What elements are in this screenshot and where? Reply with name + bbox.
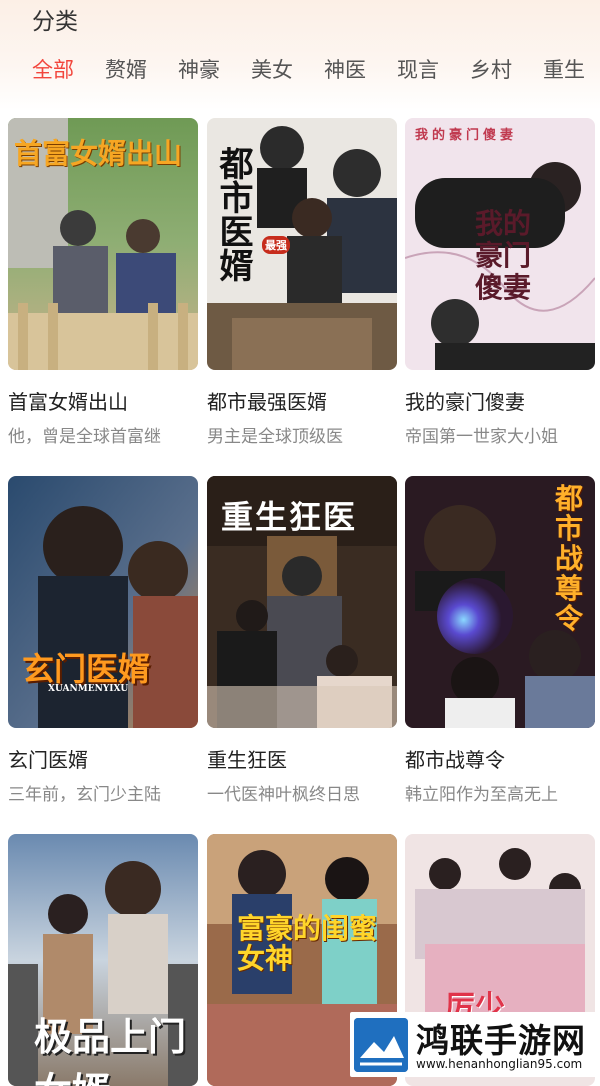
drama-desc: 男主是全球顶级医 [207, 427, 343, 447]
poster-badge: 最强 [262, 236, 290, 254]
drama-poster[interactable]: 首富女婿出山 [8, 118, 198, 370]
poster-title: 重生狂医 [221, 498, 358, 536]
drama-poster[interactable]: 重生狂医 [207, 476, 397, 728]
poster-header: 我的豪门傻妻 [415, 128, 518, 143]
poster-title: 首富女婿出山 [14, 137, 183, 170]
drama-grid: 首富女婿出山 首富女婿出山 他，曾是全球首富继 都市医婿 最强 都市最强医婿 男… [0, 0, 600, 1086]
poster-subtitle: XUANMENYIXU [48, 684, 129, 694]
drama-title: 我的豪门傻妻 [405, 390, 525, 414]
drama-desc: 一代医神叶枫终日思 [207, 785, 360, 805]
drama-title: 都市战尊令 [405, 748, 505, 772]
drama-poster[interactable]: 极品上门女婿 [8, 834, 198, 1086]
site-name: 鸿联手游网 [416, 1021, 586, 1060]
poster-title: 我的豪门傻妻 [475, 207, 532, 304]
drama-poster[interactable]: 都市医婿 最强 [207, 118, 397, 370]
site-watermark: 鸿联手游网 www.henanhonglian95.com [350, 1012, 600, 1077]
drama-title: 都市最强医婿 [207, 390, 327, 414]
drama-title: 首富女婿出山 [8, 390, 128, 414]
poster-title: 富豪的闺蜜女神 [237, 912, 378, 975]
drama-desc: 他，曾是全球首富继 [8, 427, 161, 447]
site-url: www.henanhonglian95.com [416, 1057, 583, 1071]
site-logo-icon [354, 1018, 408, 1072]
drama-poster[interactable]: 我的豪门傻妻 我的豪门傻妻 [405, 118, 595, 370]
poster-title: 都市医婿 [213, 146, 253, 282]
drama-poster[interactable]: 都市战尊令 [405, 476, 595, 728]
drama-desc: 三年前，玄门少主陆 [8, 785, 161, 805]
drama-desc: 韩立阳作为至高无上 [405, 785, 558, 805]
drama-poster[interactable]: 玄门医婿 XUANMENYIXU [8, 476, 198, 728]
drama-title: 重生狂医 [207, 748, 287, 772]
poster-title: 都市战尊令 [555, 482, 584, 635]
drama-title: 玄门医婿 [8, 748, 88, 772]
poster-title: 极品上门女婿 [34, 1014, 187, 1086]
drama-desc: 帝国第一世家大小姐 [405, 427, 558, 447]
